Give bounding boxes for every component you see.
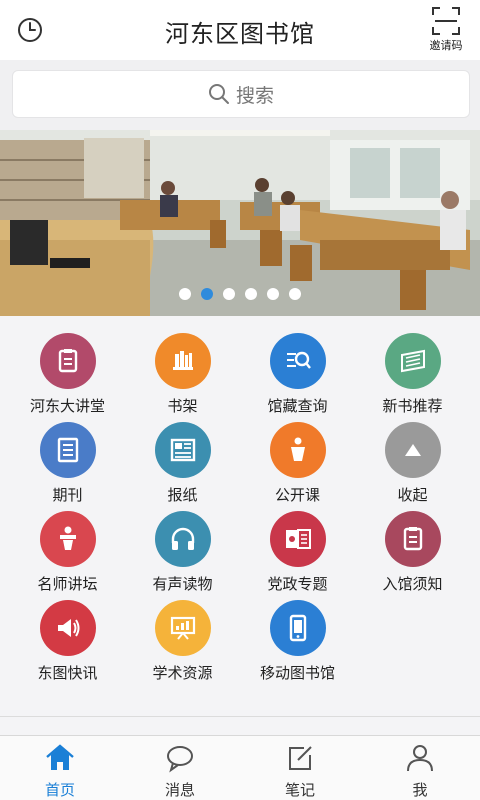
- menu-item-label: 新书推荐: [382, 397, 443, 415]
- menu-item[interactable]: 东图快讯: [10, 593, 125, 682]
- menu-item-label: 学术资源: [152, 664, 213, 682]
- menu-item[interactable]: 名师讲坛: [10, 504, 125, 593]
- carousel-dot[interactable]: [223, 288, 235, 300]
- menu-item-label: 报纸: [167, 486, 198, 504]
- search-area: 搜索: [0, 60, 480, 130]
- menu-item[interactable]: 收起: [355, 415, 470, 504]
- menu-item[interactable]: 新书推荐: [355, 326, 470, 415]
- menu-item[interactable]: 党政专题: [240, 504, 355, 593]
- search-placeholder: 搜索: [235, 84, 274, 107]
- carousel-dot[interactable]: [179, 288, 191, 300]
- menu-item[interactable]: 移动图书馆: [240, 593, 355, 682]
- home-icon: [0, 742, 120, 778]
- menu-item[interactable]: 报纸: [125, 415, 240, 504]
- menu-item-label: 移动图书馆: [259, 664, 335, 682]
- menu-item[interactable]: 期刊: [10, 415, 125, 504]
- menu-item-label: 期刊: [52, 486, 83, 504]
- invite-code-label: 邀请码: [429, 39, 463, 52]
- newspaper-icon: [154, 422, 211, 478]
- menu-item-label: 名师讲坛: [37, 575, 98, 593]
- divider: [0, 716, 480, 717]
- menu-item-label: 入馆须知: [382, 575, 443, 593]
- speaker-podium-icon: [39, 511, 96, 567]
- presentation-icon: [154, 600, 211, 656]
- headphones-icon: [154, 511, 211, 567]
- carousel-dot[interactable]: [201, 288, 213, 300]
- carousel-indicator[interactable]: [0, 288, 480, 300]
- carousel-dot[interactable]: [267, 288, 279, 300]
- menu-item[interactable]: 书架: [125, 326, 240, 415]
- tab-item[interactable]: 笔记: [240, 742, 360, 800]
- menu-item-label: 东图快讯: [37, 664, 98, 682]
- invite-code-button[interactable]: 邀请码: [422, 6, 470, 54]
- menu-item[interactable]: 馆藏查询: [240, 326, 355, 415]
- chat-bubble-icon: [120, 742, 240, 778]
- menu-item-label: 党政专题: [267, 575, 328, 593]
- menu-item-label: 收起: [397, 486, 428, 504]
- menu-item[interactable]: 入馆须知: [355, 504, 470, 593]
- menu-item[interactable]: 河东大讲堂: [10, 326, 125, 415]
- carousel-dot[interactable]: [245, 288, 257, 300]
- menu-item-label: 书架: [167, 397, 198, 415]
- tab-label: 我: [412, 781, 428, 799]
- menu-item[interactable]: 学术资源: [125, 593, 240, 682]
- menu-item-label: 公开课: [274, 486, 320, 504]
- scan-frame-icon: [432, 7, 460, 35]
- menu-item-label: 河东大讲堂: [29, 397, 105, 415]
- notice-icon: [384, 511, 441, 567]
- search-list-icon: [269, 333, 326, 389]
- bookshelf-icon: [154, 333, 211, 389]
- carousel-dot[interactable]: [289, 288, 301, 300]
- clipboard-icon: [39, 333, 96, 389]
- lectern-icon: [269, 422, 326, 478]
- collapse-icon: [384, 422, 441, 478]
- tab-item[interactable]: 首页: [0, 742, 120, 800]
- menu-item-label: 有声读物: [152, 575, 213, 593]
- menu-item[interactable]: 有声读物: [125, 504, 240, 593]
- page-title: 河东区图书馆: [165, 20, 315, 48]
- journal-icon: [39, 422, 96, 478]
- tab-item[interactable]: 我: [360, 742, 480, 800]
- tab-label: 笔记: [284, 781, 315, 799]
- user-icon: [360, 742, 480, 778]
- mobile-phone-icon: [269, 600, 326, 656]
- megaphone-icon: [39, 600, 96, 656]
- tab-item[interactable]: 消息: [120, 742, 240, 800]
- new-book-icon: [384, 333, 441, 389]
- menu-item[interactable]: 公开课: [240, 415, 355, 504]
- edit-note-icon: [240, 742, 360, 778]
- banner-carousel[interactable]: [0, 130, 480, 316]
- party-book-icon: [269, 511, 326, 567]
- tab-label: 首页: [44, 781, 75, 799]
- search-input[interactable]: 搜索: [12, 70, 470, 118]
- bottom-tab-bar: 首页 消息 笔记 我: [0, 735, 480, 800]
- tab-label: 消息: [164, 781, 195, 799]
- search-icon: [208, 84, 229, 104]
- menu-item-label: 馆藏查询: [267, 397, 328, 415]
- app-header: 河东区图书馆 邀请码: [0, 0, 480, 60]
